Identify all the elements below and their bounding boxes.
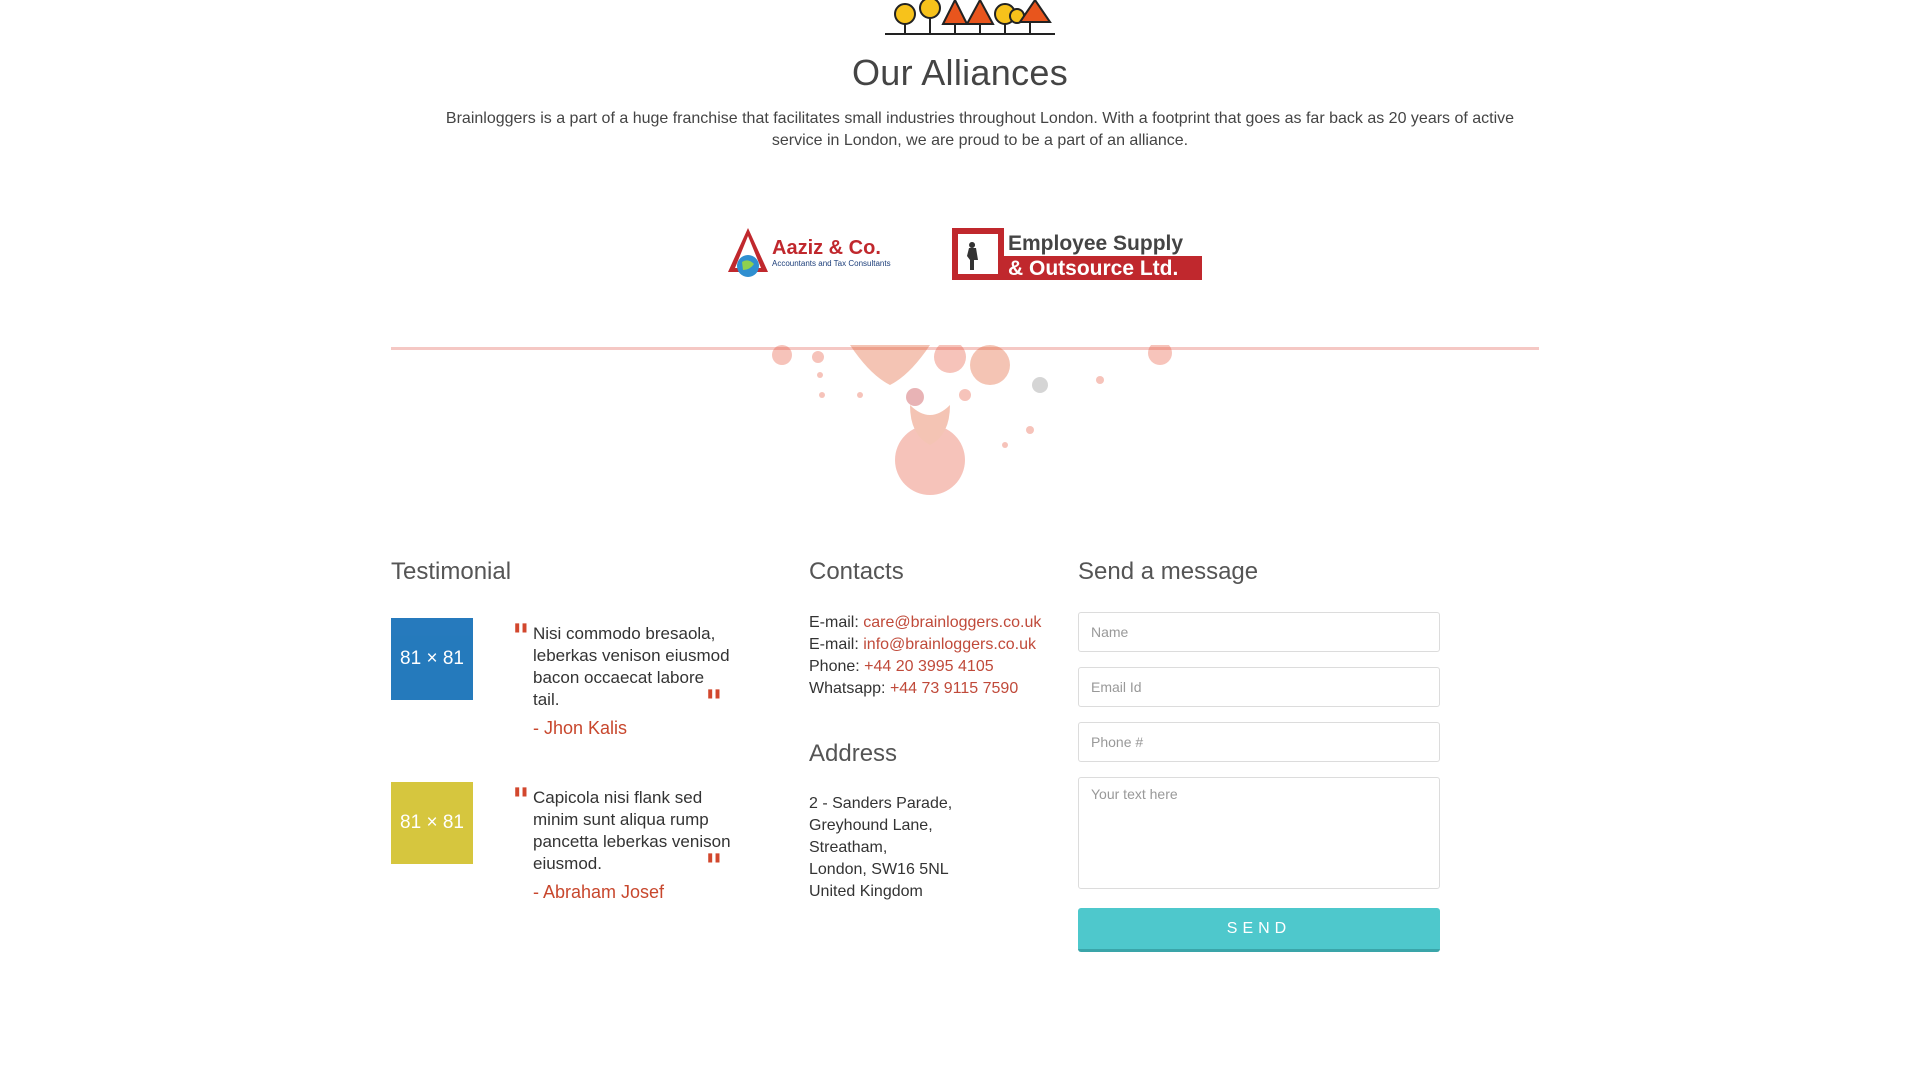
- email-link-care[interactable]: care@brainloggers.co.uk: [863, 614, 1041, 631]
- address-text: 2 - Sanders Parade, Greyhound Lane, Stre…: [809, 793, 952, 903]
- contacts-heading: Contacts: [809, 558, 904, 585]
- testimonial-quote: Capicola nisi flank sed minim sunt aliqu…: [533, 788, 731, 873]
- contact-label: Phone:: [809, 658, 865, 675]
- message-textarea[interactable]: [1078, 777, 1440, 889]
- contact-label: E-mail:: [809, 614, 864, 631]
- open-quote-icon: ": [512, 617, 530, 657]
- email-input[interactable]: [1078, 667, 1440, 707]
- alliances-description: Brainloggers is a part of a huge franchi…: [445, 110, 1515, 149]
- testimonial-heading: Testimonial: [391, 558, 512, 585]
- contact-email-info: E-mail: info@brainloggers.co.uk: [809, 634, 1041, 656]
- employee-supply-logo-icon: Employee Supply & Outsource Ltd.: [952, 228, 1202, 280]
- testimonial-quote: Nisi commodo bresaola, leberkas venison …: [533, 624, 730, 709]
- contact-label: E-mail:: [809, 636, 864, 653]
- address-line: Greyhound Lane,: [809, 817, 933, 834]
- close-quote-icon: ": [705, 847, 723, 887]
- contact-whatsapp: Whatsapp: +44 73 9115 7590: [809, 678, 1041, 700]
- testimonial-avatar: 81 × 81: [391, 782, 473, 864]
- contact-phone: Phone: +44 20 3995 4105: [809, 656, 1041, 678]
- address-line: London, SW16 5NL: [809, 861, 949, 878]
- partner-logo-aaziz[interactable]: Aaziz & Co. Accountants and Tax Consulta…: [728, 226, 914, 282]
- testimonial-author: - Jhon Kalis: [533, 718, 628, 738]
- section-title-alliances: Our Alliances: [852, 52, 1068, 93]
- close-quote-icon: ": [705, 683, 723, 723]
- address-line: Streatham,: [809, 839, 888, 856]
- employee-name-line2: & Outsource Ltd.: [1008, 257, 1178, 280]
- aaziz-tagline: Accountants and Tax Consultants: [772, 259, 891, 268]
- open-quote-icon: ": [512, 781, 530, 821]
- employee-name-line1: Employee Supply: [1008, 232, 1183, 255]
- send-message-heading: Send a message: [1078, 558, 1259, 585]
- contact-email-care: E-mail: care@brainloggers.co.uk: [809, 612, 1041, 634]
- phone-link[interactable]: +44 20 3995 4105: [864, 658, 993, 675]
- decorative-splash-illustration: [772, 345, 1172, 495]
- email-link-info[interactable]: info@brainloggers.co.uk: [863, 636, 1036, 653]
- testimonial-author: - Abraham Josef: [533, 882, 665, 902]
- aaziz-logo-icon: Aaziz & Co. Accountants and Tax Consulta…: [728, 228, 891, 277]
- send-button[interactable]: SEND: [1078, 908, 1440, 952]
- brand-logo-illustration: [885, 0, 1055, 35]
- phone-input[interactable]: [1078, 722, 1440, 762]
- contact-label: Whatsapp:: [809, 680, 890, 697]
- address-line: 2 - Sanders Parade,: [809, 795, 953, 812]
- contact-list: E-mail: care@brainloggers.co.uk E-mail: …: [809, 612, 1041, 700]
- partner-logo-employee-supply[interactable]: Employee Supply & Outsource Ltd.: [952, 228, 1202, 280]
- address-heading: Address: [809, 740, 898, 767]
- aaziz-name: Aaziz & Co.: [772, 237, 881, 259]
- name-input[interactable]: [1078, 612, 1440, 652]
- whatsapp-link[interactable]: +44 73 9115 7590: [890, 680, 1018, 697]
- address-line: United Kingdom: [809, 883, 923, 900]
- testimonial-avatar: 81 × 81: [391, 618, 473, 700]
